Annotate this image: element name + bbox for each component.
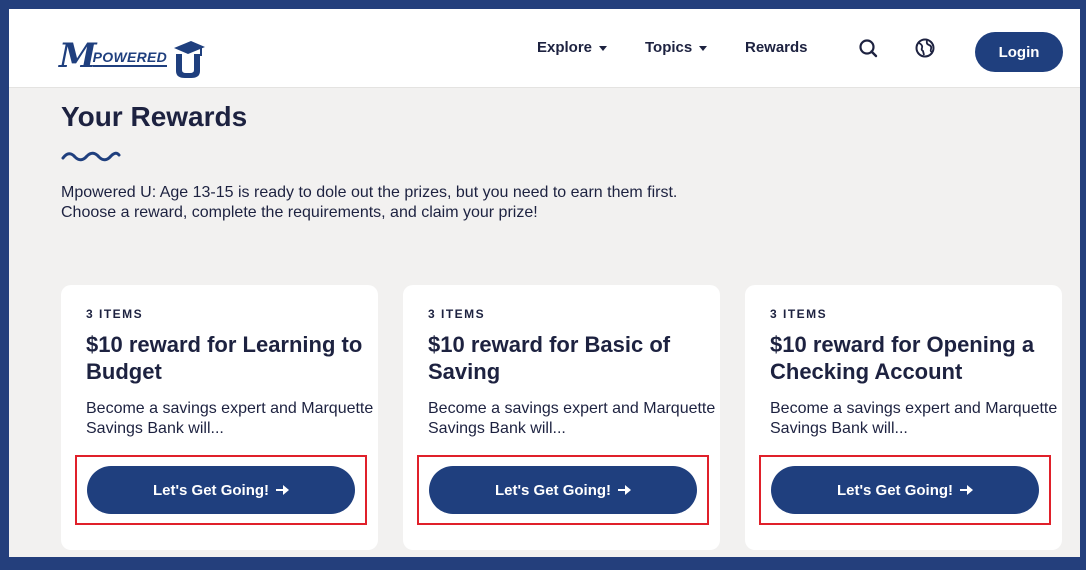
reward-card: 3 ITEMS $10 reward for Opening a Checkin… [745, 285, 1062, 550]
cta-label: Let's Get Going! [494, 481, 612, 499]
login-button[interactable]: Login [975, 32, 1063, 72]
arrow-right-icon [960, 485, 974, 495]
caret-down-icon [699, 45, 708, 51]
reward-description: Become a savings expert and Marquette Sa… [770, 400, 1058, 437]
reward-description: Become a savings expert and Marquette Sa… [86, 400, 374, 437]
nav-rewards-label: Rewards [745, 39, 808, 56]
search-icon[interactable] [857, 37, 879, 59]
nav-explore[interactable]: Explore [537, 39, 608, 56]
nav-topics[interactable]: Topics [645, 39, 708, 56]
reward-description: Become a savings expert and Marquette Sa… [428, 400, 716, 437]
reward-card: 3 ITEMS $10 reward for Basic of Saving B… [403, 285, 720, 550]
cta-label: Let's Get Going! [152, 481, 270, 499]
lets-get-going-button[interactable]: Let's Get Going! [87, 466, 355, 514]
reward-title: $10 reward for Learning to Budget [86, 332, 363, 384]
reward-title: $10 reward for Opening a Checking Accoun… [770, 332, 1035, 384]
highlight-box: Let's Get Going! [75, 455, 367, 525]
top-navbar: M POWERED Explore Topics Rewards Login [9, 9, 1080, 88]
arrow-right-icon [276, 485, 290, 495]
reward-title: $10 reward for Basic of Saving [428, 332, 671, 384]
primary-nav: Explore Topics Rewards Login [9, 9, 1080, 87]
intro-text: Mpowered U: Age 13-15 is ready to dole o… [61, 184, 678, 221]
nav-rewards[interactable]: Rewards [745, 39, 808, 56]
reward-card: 3 ITEMS $10 reward for Learning to Budge… [61, 285, 378, 550]
wave-divider-icon [61, 151, 121, 162]
item-count: 3 ITEMS [86, 307, 144, 321]
page-title: Your Rewards [61, 101, 248, 132]
page: M POWERED Explore Topics Rewards Login Y… [9, 9, 1080, 557]
cta-label: Let's Get Going! [836, 481, 954, 499]
caret-down-icon [599, 45, 608, 51]
arrow-right-icon [618, 485, 632, 495]
globe-icon[interactable] [914, 37, 936, 59]
highlight-box: Let's Get Going! [417, 455, 709, 525]
lets-get-going-button[interactable]: Let's Get Going! [771, 466, 1039, 514]
item-count: 3 ITEMS [770, 307, 828, 321]
lets-get-going-button[interactable]: Let's Get Going! [429, 466, 697, 514]
nav-explore-label: Explore [537, 39, 593, 56]
highlight-box: Let's Get Going! [759, 455, 1051, 525]
nav-topics-label: Topics [645, 39, 693, 56]
item-count: 3 ITEMS [428, 307, 486, 321]
